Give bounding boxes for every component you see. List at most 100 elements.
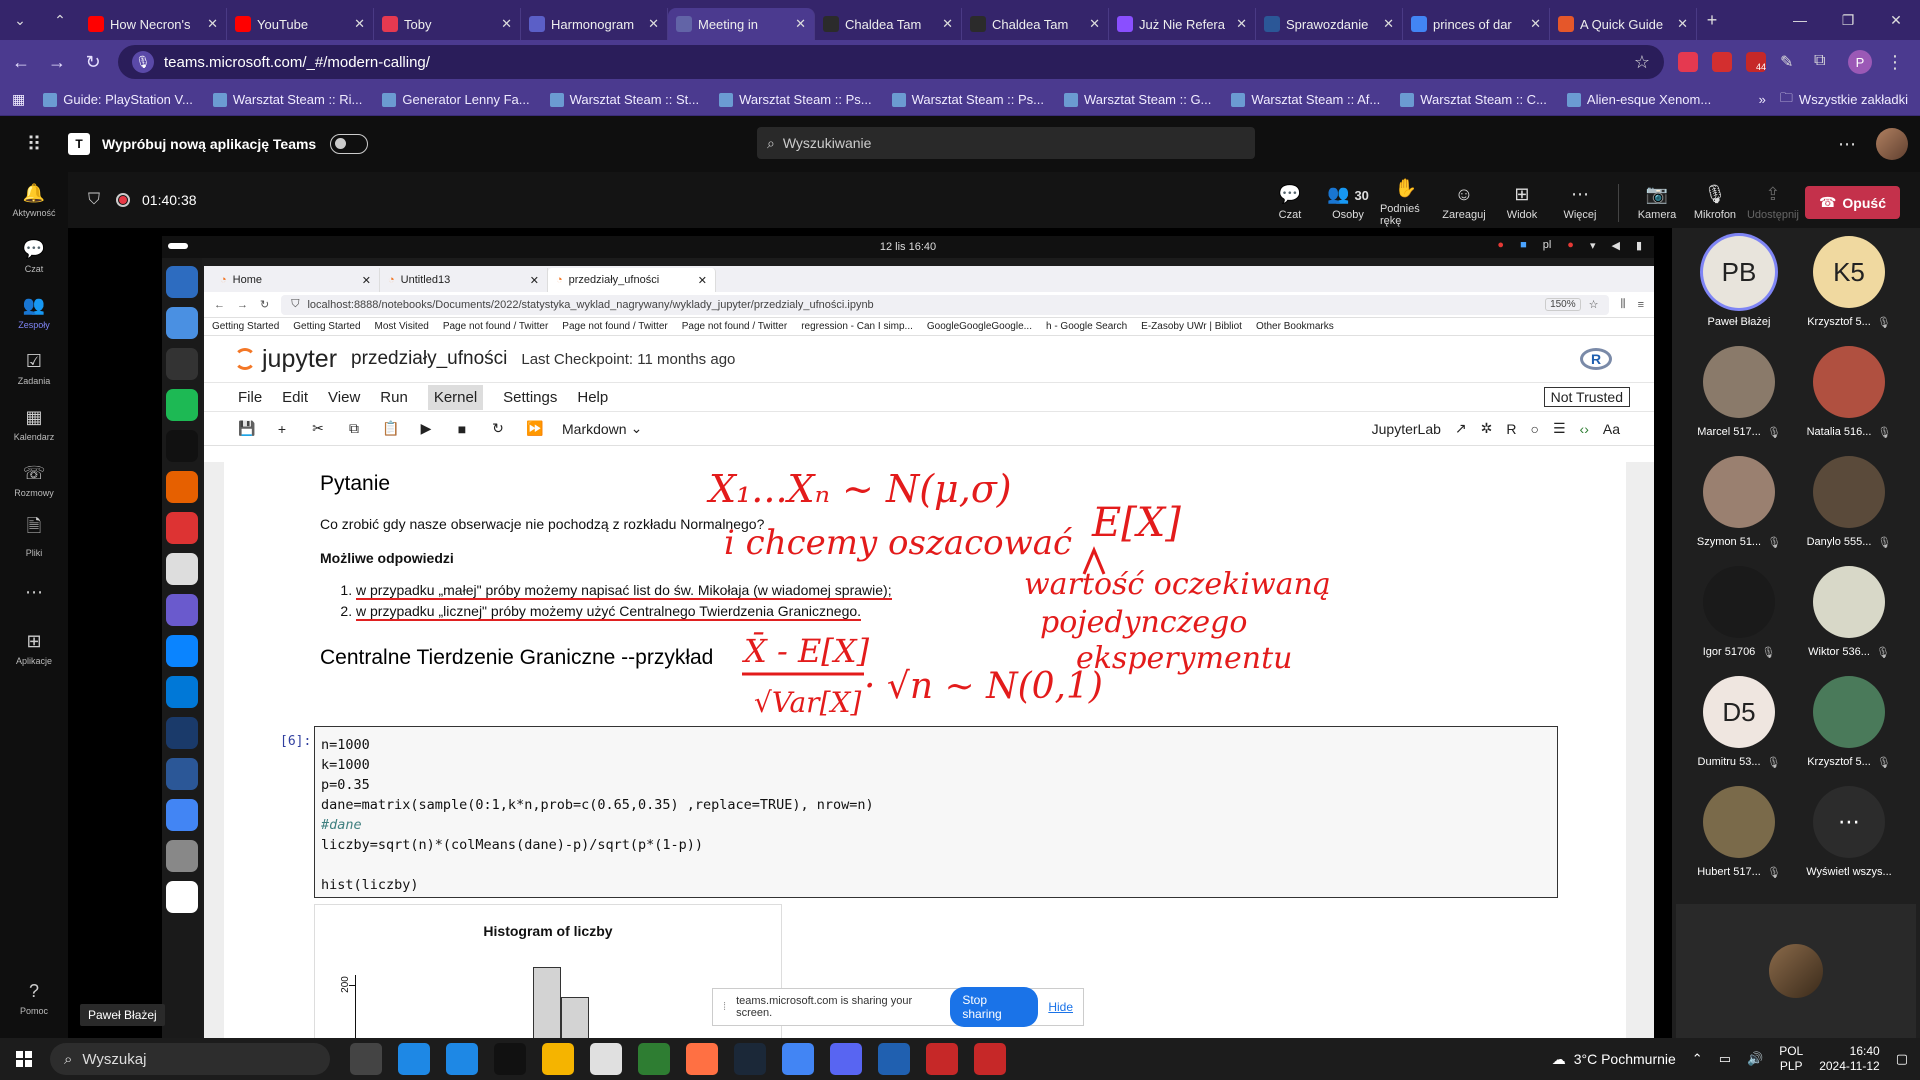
bookmark-item[interactable]: Warsztat Steam :: Ps... — [891, 92, 1044, 107]
react-button[interactable]: ☺ Zareaguj — [1438, 184, 1490, 221]
self-view[interactable] — [1676, 904, 1916, 1038]
bookmarks-overflow-icon[interactable]: » — [1759, 92, 1766, 107]
browser-tab[interactable]: How Necron's ✕ — [80, 8, 227, 40]
browser-tab[interactable]: Chaldea Tam ✕ — [815, 8, 962, 40]
participant-tile[interactable]: Natalia 516... 🎙 — [1794, 346, 1904, 456]
tab-search-icon[interactable]: ⌄ — [0, 0, 40, 40]
bookmark-item[interactable]: Warsztat Steam :: C... — [1400, 92, 1547, 107]
rail-item[interactable]: 👥 Zespoły — [0, 284, 68, 340]
rail-item[interactable]: 💬 Czat — [0, 228, 68, 284]
taskbar-clock[interactable]: 16:40 2024-11-12 — [1819, 1044, 1880, 1074]
taskbar-app-icon[interactable] — [350, 1043, 382, 1075]
participant-tile[interactable]: Szymon 51... 🎙 — [1684, 456, 1794, 566]
stop-sharing-button[interactable]: Stop sharing — [950, 987, 1039, 1027]
reload-icon[interactable]: ↻ — [82, 52, 104, 73]
weather-widget[interactable]: ☁ 3°C Pochmurnie — [1552, 1051, 1676, 1068]
bookmark-item[interactable]: Warsztat Steam :: Ps... — [719, 92, 872, 107]
tab-close-icon[interactable]: ✕ — [942, 16, 953, 32]
taskbar-app-icon[interactable] — [686, 1043, 718, 1075]
browser-tab[interactable]: Już Nie Refera ✕ — [1109, 8, 1256, 40]
bookmark-item[interactable]: Warsztat Steam :: Af... — [1231, 92, 1380, 107]
bookmark-item[interactable]: Alien-esque Xenom... — [1566, 92, 1711, 107]
tray-overflow-icon[interactable]: ⌃ — [1692, 1051, 1703, 1067]
tab-close-icon[interactable]: ✕ — [354, 16, 365, 32]
extension-icon[interactable] — [1712, 52, 1732, 72]
taskbar-app-icon[interactable] — [494, 1043, 526, 1075]
eyedropper-icon[interactable]: ✎ — [1780, 52, 1800, 72]
participant-tile[interactable]: Igor 51706 🎙 — [1684, 566, 1794, 676]
rail-item[interactable]: ⋯ — [0, 564, 68, 620]
extension-icon[interactable] — [1678, 52, 1698, 72]
new-teams-toggle[interactable] — [330, 134, 369, 154]
taskbar-app-icon[interactable] — [878, 1043, 910, 1075]
participant-tile[interactable]: Danylo 555... 🎙 — [1794, 456, 1904, 566]
chat-button[interactable]: 💬 Czat — [1264, 184, 1316, 221]
view-button[interactable]: ⊞ Widok — [1496, 184, 1548, 221]
bookmark-star-icon[interactable]: ☆ — [1634, 52, 1650, 73]
all-bookmarks[interactable]: 🗀 Wszystkie zakładki — [1780, 89, 1908, 111]
bookmark-item[interactable]: Warsztat Steam :: St... — [549, 92, 699, 107]
tab-close-icon[interactable]: ✕ — [1236, 16, 1247, 32]
taskbar-app-icon[interactable] — [590, 1043, 622, 1075]
help-button[interactable]: ? Pomoc — [0, 970, 68, 1026]
tab-close-icon[interactable]: ✕ — [1530, 16, 1541, 32]
taskbar-app-icon[interactable] — [638, 1043, 670, 1075]
taskbar-app-icon[interactable] — [398, 1043, 430, 1075]
tab-close-icon[interactable]: ✕ — [648, 16, 659, 32]
apps-grid-icon[interactable]: ▦ — [12, 91, 25, 108]
extension-badge-icon[interactable]: 44 — [1746, 52, 1766, 72]
settings-more-icon[interactable]: ⋯ — [1838, 134, 1856, 155]
camera-button[interactable]: 📷 Kamera — [1631, 184, 1683, 221]
taskbar-app-icon[interactable] — [542, 1043, 574, 1075]
site-info-icon[interactable]: 🎙 — [132, 51, 154, 73]
forward-icon[interactable]: → — [46, 52, 68, 73]
participant-tile[interactable]: PB Paweł Błażej — [1684, 236, 1794, 346]
new-tab-button[interactable]: + — [1697, 10, 1727, 31]
taskbar-app-icon[interactable] — [734, 1043, 766, 1075]
participant-tile[interactable]: Marcel 517... 🎙 — [1684, 346, 1794, 456]
participant-tile[interactable]: Hubert 517... 🎙 — [1684, 786, 1794, 896]
bookmark-item[interactable]: Warsztat Steam :: G... — [1064, 92, 1211, 107]
taskbar-app-icon[interactable] — [446, 1043, 478, 1075]
raise-hand-button[interactable]: ✋ Podnieś rękę — [1380, 178, 1432, 227]
participant-tile[interactable]: Wiktor 536... 🎙 — [1794, 566, 1904, 676]
tab-close-icon[interactable]: ✕ — [1089, 16, 1100, 32]
language-indicator[interactable]: POL PLP — [1779, 1044, 1803, 1074]
taskbar-search[interactable]: ⌕ Wyszukaj — [50, 1043, 330, 1075]
participant-tile[interactable]: ⋯ Wyświetl wszys... — [1794, 786, 1904, 896]
rail-item[interactable]: ▦ Kalendarz — [0, 396, 68, 452]
notifications-icon[interactable]: ▢ — [1896, 1051, 1908, 1067]
app-launcher-icon[interactable]: ⠿ — [0, 132, 68, 157]
volume-icon[interactable]: 🔊 — [1747, 1051, 1763, 1067]
browser-tab[interactable]: A Quick Guide ✕ — [1550, 8, 1697, 40]
tab-close-icon[interactable]: ✕ — [207, 16, 218, 32]
address-bar[interactable]: 🎙 teams.microsoft.com/_#/modern-calling/… — [118, 45, 1664, 79]
rail-item[interactable]: ⊞ Aplikacje — [0, 620, 68, 676]
taskbar-app-icon[interactable] — [926, 1043, 958, 1075]
browser-tab[interactable]: princes of dar ✕ — [1403, 8, 1550, 40]
restore-icon[interactable]: ❐ — [1824, 12, 1872, 29]
participant-tile[interactable]: D5 Dumitru 53... 🎙 — [1684, 676, 1794, 786]
tab-close-icon[interactable]: ✕ — [1383, 16, 1394, 32]
puzzle-icon[interactable]: ⧉ — [1814, 52, 1834, 72]
browser-menu-icon[interactable]: ⋮ — [1886, 52, 1904, 73]
start-button[interactable] — [0, 1051, 48, 1067]
people-button[interactable]: 👥 30 Osoby — [1322, 184, 1374, 221]
taskbar-app-icon[interactable] — [782, 1043, 814, 1075]
more-button[interactable]: ⋯ Więcej — [1554, 184, 1606, 221]
tab-close-icon[interactable]: ✕ — [501, 16, 512, 32]
back-icon[interactable]: ← — [10, 52, 32, 73]
rail-item[interactable]: 🔔 Aktywność — [0, 172, 68, 228]
participant-tile[interactable]: Krzysztof 5... 🎙 — [1794, 676, 1904, 786]
teams-search-input[interactable]: ⌕ Wyszukiwanie — [757, 127, 1255, 159]
hide-link[interactable]: Hide — [1048, 1000, 1073, 1014]
browser-tab[interactable]: Meeting in ✕ — [668, 8, 815, 40]
close-window-icon[interactable]: ✕ — [1872, 12, 1920, 29]
network-icon[interactable]: ▭ — [1719, 1051, 1731, 1067]
participant-tile[interactable]: K5 Krzysztof 5... 🎙 — [1794, 236, 1904, 346]
share-button[interactable]: ⇪ Udostępnij — [1747, 184, 1799, 221]
rail-item[interactable]: ☏ Rozmowy — [0, 452, 68, 508]
bookmark-item[interactable]: Guide: PlayStation V... — [43, 92, 193, 107]
tab-close-icon[interactable]: ✕ — [1677, 16, 1688, 32]
browser-tab[interactable]: Chaldea Tam ✕ — [962, 8, 1109, 40]
